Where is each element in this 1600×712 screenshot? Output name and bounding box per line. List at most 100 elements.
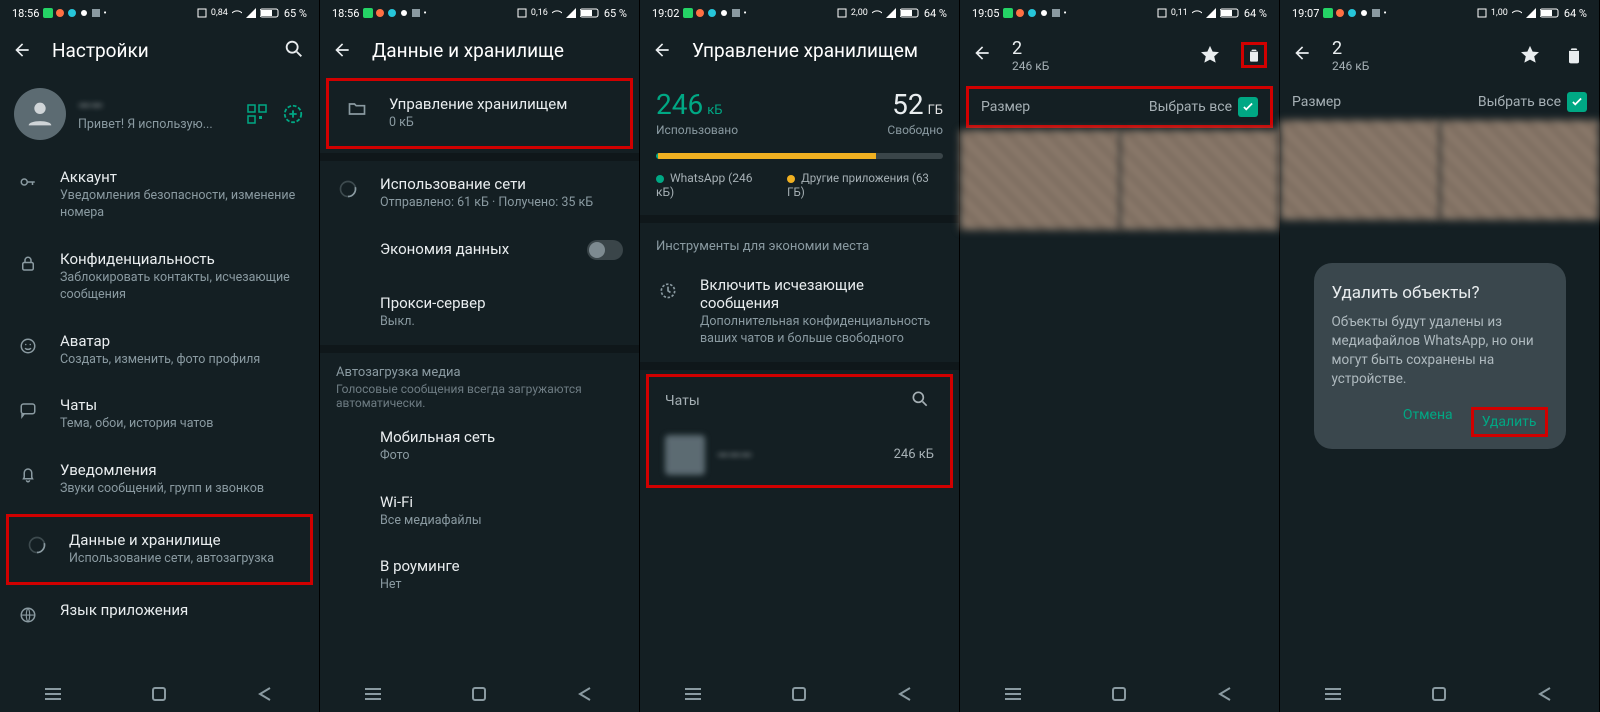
media-grid [1280, 120, 1599, 220]
screen-data-storage: 18:56 • 0,16 65 % Данные и [320, 0, 640, 712]
nav-recents-icon[interactable] [1003, 686, 1023, 702]
settings-item-language[interactable]: Язык приложения [0, 587, 319, 641]
back-icon[interactable] [12, 40, 32, 60]
add-circle-icon[interactable] [281, 102, 305, 126]
delete-icon[interactable] [1241, 42, 1267, 68]
nav-back-icon[interactable] [256, 686, 276, 702]
settings-sub: Использование сети, автозагрузка [69, 551, 294, 568]
battery-percentage: 64 % [1244, 7, 1267, 20]
nav-recents-icon[interactable] [363, 686, 383, 702]
battery-percentage: 65 % [284, 7, 307, 20]
item-manage-storage[interactable]: Управление хранилищем 0 кБ [326, 78, 633, 149]
select-all-checkbox[interactable] [1238, 97, 1258, 117]
nav-back-icon[interactable] [1216, 686, 1236, 702]
android-nav-bar [640, 676, 959, 712]
item-wifi[interactable]: Wi-FiВсе медиафайлы [320, 479, 639, 544]
chat-row[interactable]: ——— 246 кБ [649, 425, 950, 485]
item-network-usage[interactable]: Использование сетиОтправлено: 61 кБ · По… [320, 161, 639, 226]
nav-home-icon[interactable] [1429, 686, 1449, 702]
profile-name: —— [78, 96, 233, 115]
settings-item-avatar[interactable]: АватарСоздать, изменить, фото профиля [0, 318, 319, 383]
divider [320, 153, 639, 161]
back-icon[interactable] [332, 40, 352, 60]
media-thumb[interactable] [960, 130, 1120, 230]
free-value: 52 [892, 88, 923, 121]
nav-home-icon[interactable] [789, 686, 809, 702]
item-label: Управление хранилищем [389, 95, 614, 113]
chats-section-highlight: Чаты ——— 246 кБ [646, 374, 953, 488]
item-roaming[interactable]: В роумингеНет [320, 543, 639, 608]
settings-item-account[interactable]: АккаунтУведомления безопасности, изменен… [0, 154, 319, 236]
status-bar: 19:02 • 2,00 64 % [640, 0, 959, 26]
bell-icon [16, 463, 40, 487]
item-sub: 0 кБ [389, 115, 614, 132]
screen-delete-dialog: 19:07 • 1,00 64 % 2 [1280, 0, 1600, 712]
nav-back-icon[interactable] [576, 686, 596, 702]
timer-icon [656, 278, 680, 302]
item-mobile-data[interactable]: Мобильная сетьФото [320, 414, 639, 479]
settings-label: Чаты [60, 396, 303, 414]
nav-recents-icon[interactable] [43, 686, 63, 702]
android-nav-bar [1280, 676, 1599, 712]
clock: 18:56 [332, 7, 359, 20]
status-right-icons: 0,11 [1157, 8, 1240, 18]
settings-item-chats[interactable]: ЧатыТема, обои, история чатов [0, 382, 319, 447]
selection-header: 2 246 кБ [960, 26, 1279, 84]
media-thumb[interactable] [1280, 120, 1440, 220]
select-all-checkbox[interactable] [1567, 92, 1587, 112]
qr-icon[interactable] [245, 102, 269, 126]
chat-avatar [665, 435, 705, 475]
select-all-row: Размер Выбрать все [966, 86, 1273, 128]
dialog-delete-button[interactable]: Удалить [1471, 407, 1548, 437]
profile-row[interactable]: —— Привет! Я использую... [0, 74, 319, 154]
page-title: Данные и хранилище [372, 39, 627, 62]
header: Настройки [0, 26, 319, 74]
search-icon[interactable] [910, 389, 934, 413]
toggle-data-saver[interactable] [587, 240, 623, 260]
status-left-icons: • [363, 8, 426, 19]
item-sub: Дополнительная конфиденциальность ваших … [700, 314, 943, 348]
status-right-icons: 2,00 [837, 8, 920, 18]
nav-back-icon[interactable] [1536, 686, 1556, 702]
star-icon[interactable] [1517, 42, 1543, 68]
status-right-icons: 0,16 [517, 8, 600, 18]
status-bar: 19:07 • 1,00 64 % [1280, 0, 1599, 26]
item-disappearing-messages[interactable]: Включить исчезающие сообщенияДополнитель… [640, 262, 959, 362]
dialog-title: Удалить объекты? [1332, 283, 1548, 303]
item-sub: Выкл. [380, 314, 623, 331]
media-thumb[interactable] [1440, 120, 1600, 220]
item-label: Включить исчезающие сообщения [700, 276, 943, 312]
nav-back-icon[interactable] [896, 686, 916, 702]
item-data-saver[interactable]: Экономия данных [320, 226, 639, 280]
back-icon[interactable] [972, 43, 994, 67]
status-right-icons: 0,84 [197, 8, 280, 18]
nav-recents-icon[interactable] [683, 686, 703, 702]
back-icon[interactable] [1292, 43, 1314, 67]
media-thumb[interactable] [1120, 130, 1280, 230]
sort-label[interactable]: Размер [1292, 94, 1341, 110]
settings-item-privacy[interactable]: КонфиденциальностьЗаблокировать контакты… [0, 236, 319, 318]
nav-home-icon[interactable] [1109, 686, 1129, 702]
divider [640, 362, 959, 370]
select-all-label[interactable]: Выбрать все [1149, 99, 1232, 115]
status-left-icons: • [1323, 8, 1386, 19]
star-icon[interactable] [1197, 42, 1223, 68]
select-all-row: Размер Выбрать все [1280, 84, 1599, 120]
nav-home-icon[interactable] [469, 686, 489, 702]
nav-home-icon[interactable] [149, 686, 169, 702]
chats-label: Чаты [665, 393, 700, 409]
status-right-icons: 1,00 [1477, 8, 1560, 18]
settings-item-data-storage[interactable]: Данные и хранилищеИспользование сети, ав… [6, 514, 313, 585]
delete-icon[interactable] [1561, 42, 1587, 68]
settings-item-notifications[interactable]: УведомленияЗвуки сообщений, групп и звон… [0, 447, 319, 512]
item-sub: Фото [380, 448, 623, 465]
item-proxy[interactable]: Прокси-серверВыкл. [320, 280, 639, 345]
back-icon[interactable] [652, 40, 672, 60]
sort-label[interactable]: Размер [981, 99, 1030, 115]
nav-recents-icon[interactable] [1323, 686, 1343, 702]
select-all-label[interactable]: Выбрать все [1478, 94, 1561, 110]
chat-size: 246 кБ [894, 447, 934, 462]
search-icon[interactable] [283, 38, 307, 62]
selection-size: 246 кБ [1332, 59, 1499, 73]
dialog-cancel-button[interactable]: Отмена [1403, 407, 1453, 437]
